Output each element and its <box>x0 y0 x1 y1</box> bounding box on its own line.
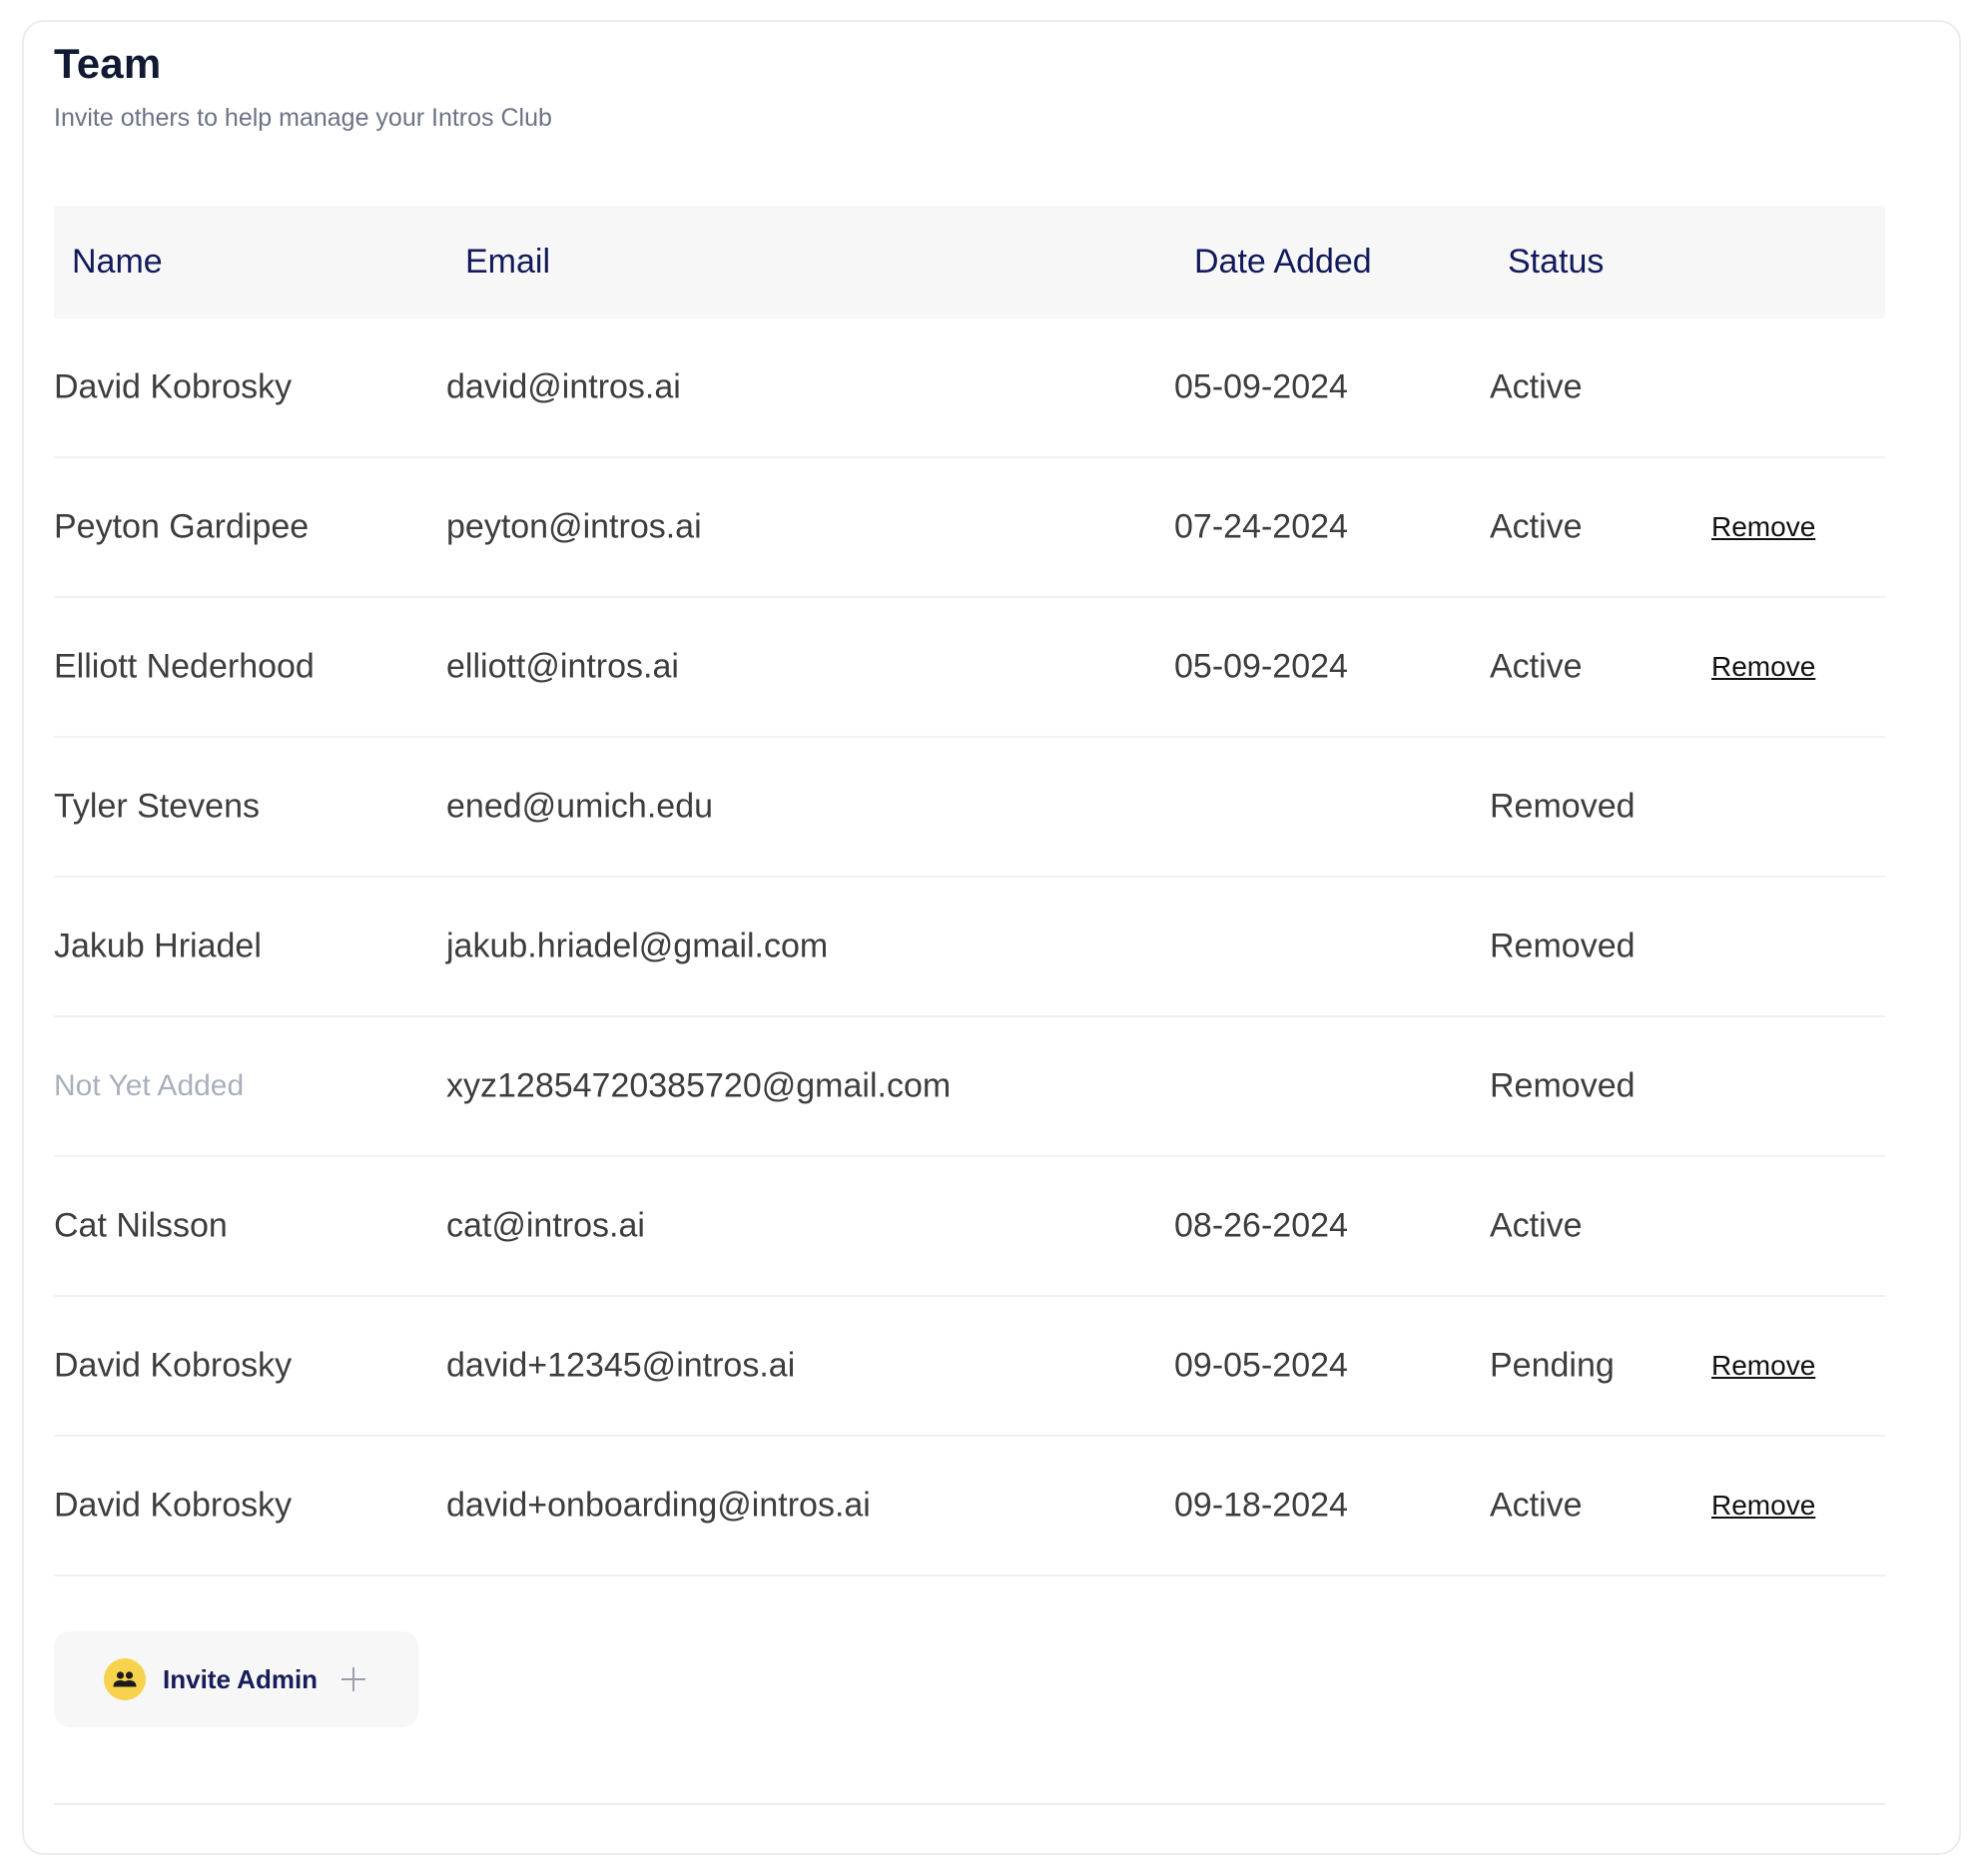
member-status: Active <box>1490 507 1583 546</box>
member-name: Elliott Nederhood <box>54 647 315 686</box>
member-status: Removed <box>1490 927 1636 965</box>
member-name: Cat Nilsson <box>54 1206 228 1245</box>
invite-admin-button[interactable]: Invite Admin <box>54 1631 418 1727</box>
column-header-name: Name <box>72 243 163 281</box>
people-icon <box>104 1658 146 1700</box>
member-date-added: 05-09-2024 <box>1174 647 1348 686</box>
member-email: david@intros.ai <box>446 367 681 406</box>
table-row: Tyler Stevens ened@umich.edu Removed <box>54 738 1885 878</box>
remove-link[interactable]: Remove <box>1711 651 1815 683</box>
member-email: xyz12854720385720@gmail.com <box>446 1066 952 1105</box>
invite-admin-label: Invite Admin <box>163 1663 319 1694</box>
plus-icon <box>341 1667 366 1691</box>
column-header-date-added: Date Added <box>1194 243 1372 281</box>
remove-link[interactable]: Remove <box>1711 1350 1815 1382</box>
table-row: David Kobrosky david+12345@intros.ai 09-… <box>54 1297 1885 1437</box>
page-title: Team <box>54 40 162 87</box>
table-row: Elliott Nederhood elliott@intros.ai 05-0… <box>54 598 1885 738</box>
member-email: elliott@intros.ai <box>446 647 679 686</box>
member-name: David Kobrosky <box>54 367 293 406</box>
member-date-added: 09-18-2024 <box>1174 1486 1348 1525</box>
remove-link[interactable]: Remove <box>1711 511 1815 543</box>
member-email: david+onboarding@intros.ai <box>446 1486 871 1525</box>
divider <box>54 1803 1885 1805</box>
member-email: peyton@intros.ai <box>446 507 702 546</box>
member-date-added: 08-26-2024 <box>1174 1206 1348 1245</box>
member-status: Active <box>1490 647 1583 686</box>
member-date-added: 07-24-2024 <box>1174 507 1348 546</box>
member-status: Active <box>1490 367 1583 406</box>
member-name: Tyler Stevens <box>54 787 260 826</box>
member-email: jakub.hriadel@gmail.com <box>446 927 829 965</box>
member-name: David Kobrosky <box>54 1346 293 1385</box>
member-email: cat@intros.ai <box>446 1206 645 1245</box>
table-row: David Kobrosky david+onboarding@intros.a… <box>54 1437 1885 1576</box>
member-date-added: 09-05-2024 <box>1174 1346 1348 1385</box>
page-subtitle: Invite others to help manage your Intros… <box>54 104 552 132</box>
table-row: Cat Nilsson cat@intros.ai 08-26-2024 Act… <box>54 1157 1885 1297</box>
member-status: Pending <box>1490 1346 1615 1385</box>
member-status: Active <box>1490 1486 1583 1525</box>
table-row: Jakub Hriadel jakub.hriadel@gmail.com Re… <box>54 878 1885 1017</box>
member-name: David Kobrosky <box>54 1486 293 1525</box>
member-date-added: 05-09-2024 <box>1174 367 1348 406</box>
table-header: Name Email Date Added Status <box>54 206 1885 318</box>
table-row: David Kobrosky david@intros.ai 05-09-202… <box>54 318 1885 458</box>
member-status: Removed <box>1490 1066 1636 1105</box>
table-row: Not Yet Added xyz12854720385720@gmail.co… <box>54 1017 1885 1157</box>
column-header-email: Email <box>465 243 551 281</box>
member-name: Peyton Gardipee <box>54 507 310 546</box>
member-name: Jakub Hriadel <box>54 927 262 965</box>
column-header-status: Status <box>1508 243 1605 281</box>
member-email: ened@umich.edu <box>446 787 714 826</box>
remove-link[interactable]: Remove <box>1711 1490 1815 1522</box>
team-table: Name Email Date Added Status David Kobro… <box>54 206 1885 1576</box>
member-name-placeholder: Not Yet Added <box>54 1069 245 1102</box>
member-status: Active <box>1490 1206 1583 1245</box>
member-email: david+12345@intros.ai <box>446 1346 796 1385</box>
table-row: Peyton Gardipee peyton@intros.ai 07-24-2… <box>54 458 1885 598</box>
member-status: Removed <box>1490 787 1636 826</box>
